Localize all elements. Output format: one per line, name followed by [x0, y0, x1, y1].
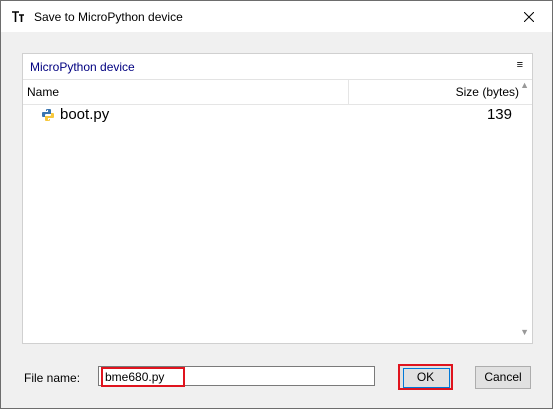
- panel-title: MicroPython device: [30, 60, 135, 74]
- thonny-app-icon: [11, 10, 25, 24]
- panel-header: MicroPython device ≡: [23, 54, 532, 80]
- column-header: Name Size (bytes): [23, 80, 532, 105]
- ok-button[interactable]: OK: [398, 364, 453, 390]
- cancel-button[interactable]: Cancel: [475, 366, 531, 389]
- close-icon: [524, 11, 534, 22]
- window-title: Save to MicroPython device: [34, 10, 183, 24]
- column-separator[interactable]: [348, 80, 349, 104]
- file-name: boot.py: [60, 106, 110, 123]
- python-file-icon: [42, 109, 54, 121]
- save-dialog: Save to MicroPython device MicroPython d…: [0, 0, 553, 409]
- file-name-label: File name:: [24, 371, 81, 385]
- column-name-header[interactable]: Name: [27, 85, 59, 99]
- file-size: 139: [486, 106, 512, 123]
- device-file-browser: MicroPython device ≡ Name Size (bytes) b…: [22, 53, 533, 344]
- scroll-down-icon[interactable]: ▼: [520, 327, 529, 337]
- column-size-header[interactable]: Size (bytes): [456, 85, 519, 99]
- menu-icon[interactable]: ≡: [517, 59, 523, 71]
- close-button[interactable]: [506, 1, 552, 32]
- ok-label: OK: [416, 370, 435, 384]
- file-row[interactable]: boot.py 139: [23, 105, 519, 127]
- scroll-up-icon[interactable]: ▲: [520, 80, 529, 90]
- title-bar: Save to MicroPython device: [1, 1, 552, 32]
- vertical-scrollbar[interactable]: [518, 105, 532, 342]
- file-name-value-highlight[interactable]: bme680.py: [101, 367, 185, 387]
